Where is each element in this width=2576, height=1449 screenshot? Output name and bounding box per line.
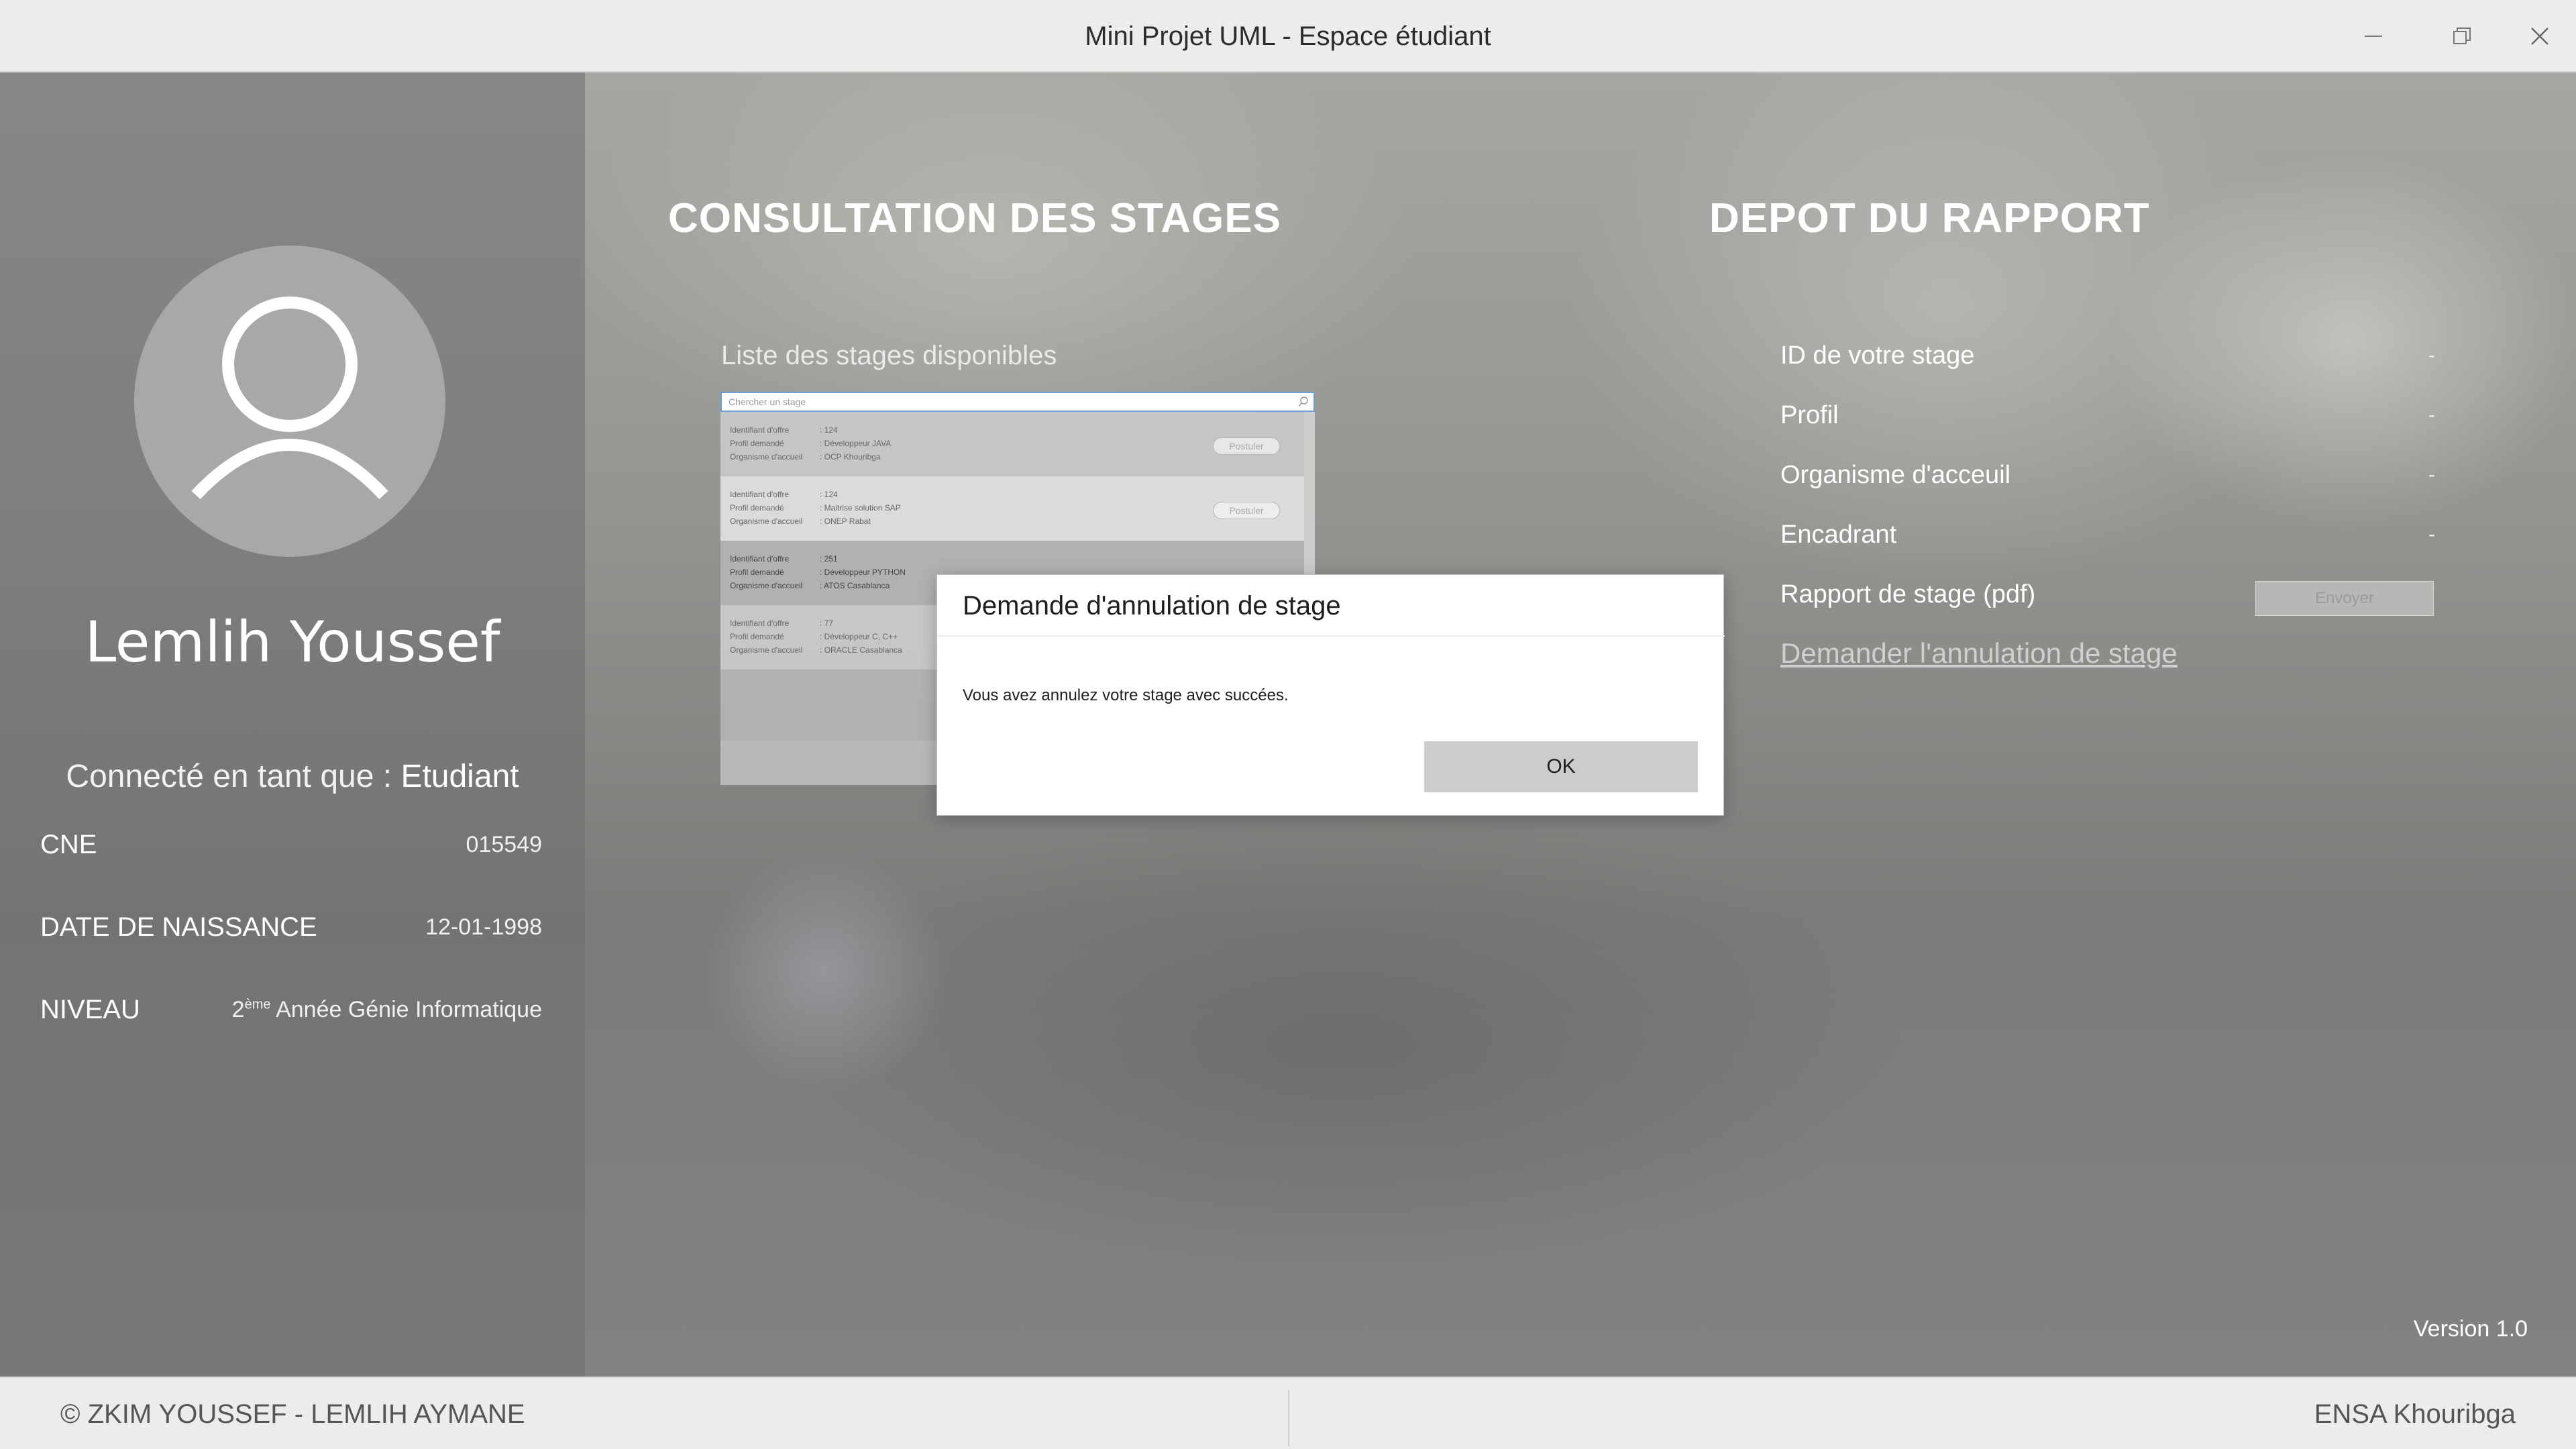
- apply-button[interactable]: Postuler: [1213, 502, 1280, 519]
- search-placeholder: Chercher un stage: [729, 396, 806, 407]
- minimize-button[interactable]: [2336, 0, 2411, 72]
- search-icon: [1298, 396, 1308, 407]
- birthdate-value: 12-01-1998: [425, 914, 542, 940]
- stage-search-input[interactable]: Chercher un stage: [720, 392, 1315, 412]
- minimize-icon: [2365, 36, 2382, 37]
- cancel-stage-link[interactable]: Demander l'annulation de stage: [1780, 637, 2178, 669]
- avatar: [134, 246, 445, 557]
- ok-button[interactable]: OK: [1424, 741, 1698, 792]
- version-label: Version 1.0: [2413, 1316, 2528, 1342]
- send-report-button[interactable]: Envoyer: [2255, 581, 2434, 616]
- organisme-value: -: [2428, 464, 2435, 486]
- list-item[interactable]: Identifiant d'offre: 124 Profil demandé:…: [720, 412, 1304, 476]
- window-title: Mini Projet UML - Espace étudiant: [1085, 21, 1491, 51]
- level-value: 2ème Année Génie Informatique: [231, 996, 542, 1022]
- info-row-birthdate: DATE DE NAISSANCE 12-01-1998: [40, 904, 542, 951]
- restore-button[interactable]: [2424, 0, 2500, 72]
- info-row-cne: CNE 015549: [40, 821, 542, 868]
- user-name: Lemlih Youssef: [85, 609, 500, 675]
- depot-row-profil: Profil -: [1780, 395, 2435, 435]
- profile-sidebar: Lemlih Youssef Connecté en tant que : Et…: [0, 72, 585, 1377]
- stage-id-value: -: [2428, 344, 2435, 366]
- dialog-divider: [937, 635, 1725, 637]
- list-item[interactable]: Identifiant d'offre: 124 Profil demandé:…: [720, 476, 1304, 541]
- encadrant-label: Encadrant: [1780, 520, 1897, 549]
- birthdate-label: DATE DE NAISSANCE: [40, 912, 317, 942]
- dialog-title: Demande d'annulation de stage: [963, 591, 1341, 621]
- consultation-heading: CONSULTATION DES STAGES: [668, 195, 1281, 241]
- depot-row-organisme: Organisme d'acceuil -: [1780, 455, 2435, 495]
- dialog-message: Vous avez annulez votre stage avec succé…: [963, 686, 1289, 704]
- footer-divider: [1288, 1390, 1289, 1446]
- cne-label: CNE: [40, 829, 97, 859]
- stage-id-label: ID de votre stage: [1780, 341, 1975, 370]
- stage-list-caption: Liste des stages disponibles: [721, 341, 1057, 370]
- profil-label: Profil: [1780, 400, 1839, 429]
- depot-row-id: ID de votre stage -: [1780, 335, 2435, 376]
- restore-icon: [2453, 28, 2471, 44]
- cancel-confirmation-dialog: Demande d'annulation de stage Vous avez …: [936, 574, 1725, 816]
- rapport-label: Rapport de stage (pdf): [1780, 580, 2036, 608]
- info-row-level: NIVEAU 2ème Année Génie Informatique: [40, 986, 542, 1033]
- depot-heading: DEPOT DU RAPPORT: [1709, 195, 2150, 241]
- level-label: NIVEAU: [40, 994, 140, 1024]
- title-bar: Mini Projet UML - Espace étudiant: [0, 0, 2576, 72]
- profil-value: -: [2428, 404, 2435, 426]
- role-prefix: Connecté en tant que :: [66, 759, 401, 794]
- footer-bar: © ZKIM YOUSSEF - LEMLIH AYMANE ENSA Khou…: [0, 1377, 2576, 1449]
- depot-row-encadrant: Encadrant -: [1780, 515, 2435, 555]
- apply-button[interactable]: Postuler: [1213, 437, 1280, 455]
- footer-school: ENSA Khouribga: [2314, 1399, 2516, 1429]
- close-icon: [2531, 28, 2548, 45]
- encadrant-value: -: [2428, 523, 2435, 545]
- user-icon: [191, 297, 388, 500]
- cne-value: 015549: [466, 831, 542, 857]
- organisme-label: Organisme d'acceuil: [1780, 460, 2011, 489]
- role-value: Etudiant: [400, 759, 519, 794]
- role-line: Connecté en tant que : Etudiant: [0, 758, 585, 795]
- footer-credits: © ZKIM YOUSSEF - LEMLIH AYMANE: [60, 1399, 525, 1429]
- close-button[interactable]: [2502, 0, 2576, 72]
